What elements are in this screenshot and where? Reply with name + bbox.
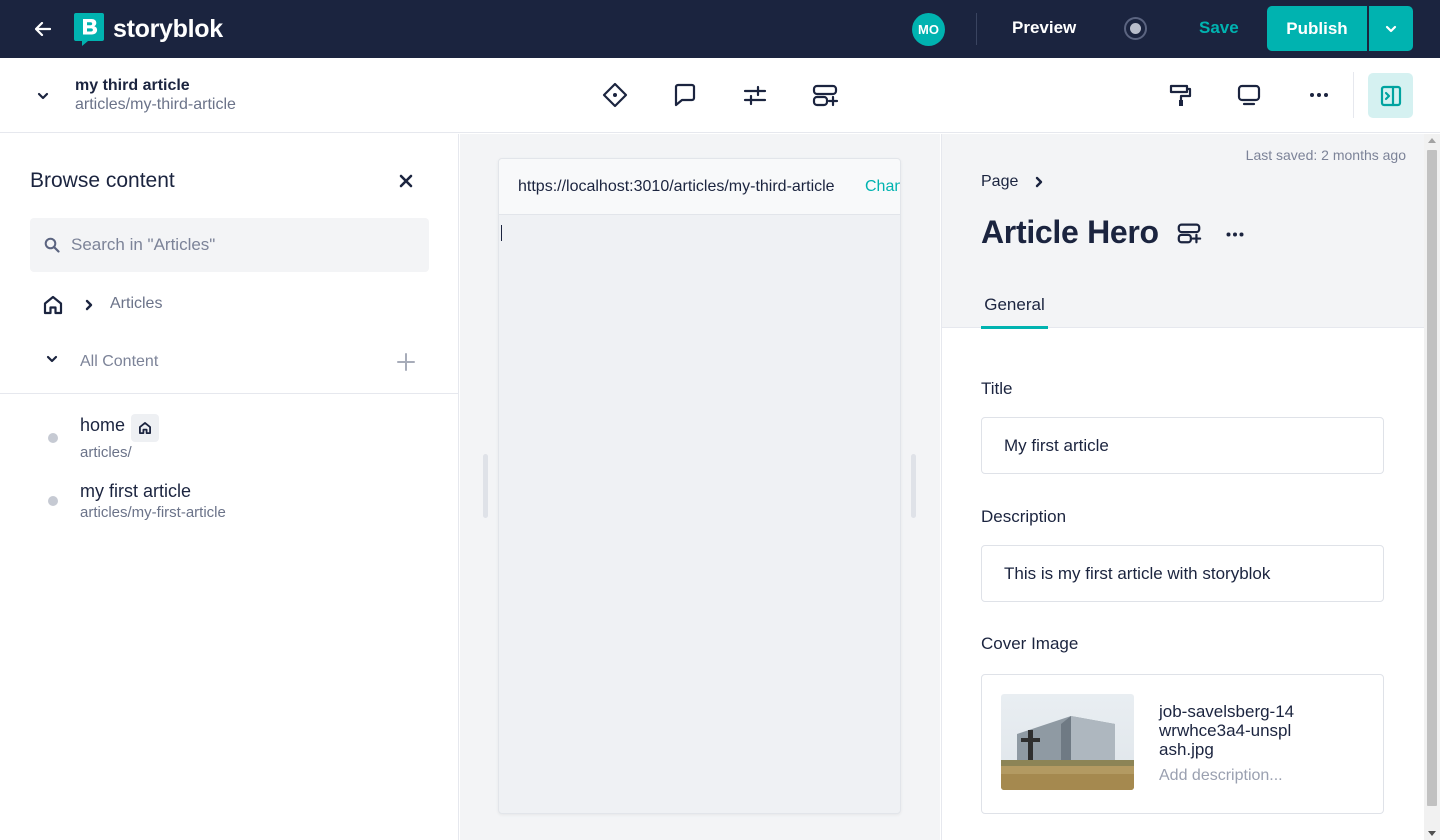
breadcrumb-articles[interactable]: Articles xyxy=(110,295,162,313)
cover-image-label: Cover Image xyxy=(981,634,1079,653)
all-content-label[interactable]: All Content xyxy=(80,353,158,371)
story-slug: articles/my-third-article xyxy=(75,96,236,113)
divider xyxy=(0,393,459,394)
chevron-down-icon[interactable] xyxy=(46,355,60,369)
search-icon xyxy=(44,237,60,253)
scroll-up-arrow-icon[interactable] xyxy=(1428,138,1436,143)
user-avatar[interactable]: MO xyxy=(912,13,945,46)
chevron-right-icon xyxy=(84,298,96,312)
search-input[interactable] xyxy=(71,235,401,255)
block-title: Article Hero xyxy=(981,214,1159,250)
preview-area: https://localhost:3010/articles/my-third… xyxy=(460,134,940,840)
list-item[interactable]: home articles/ xyxy=(0,414,459,464)
save-button[interactable]: Save xyxy=(1199,18,1239,38)
breadcrumb-page[interactable]: Page xyxy=(981,173,1018,191)
publish-dropdown-button[interactable] xyxy=(1369,6,1413,51)
status-dot xyxy=(48,433,58,443)
publish-button[interactable]: Publish xyxy=(1267,6,1367,51)
paint-roller-icon[interactable] xyxy=(1165,80,1195,110)
search-field xyxy=(30,218,429,272)
back-arrow-icon[interactable] xyxy=(30,17,56,41)
text-cursor xyxy=(501,225,502,241)
change-url-link[interactable]: Change xyxy=(865,178,900,196)
story-toolbar: my third article articles/my-third-artic… xyxy=(0,58,1440,133)
preview-url: https://localhost:3010/articles/my-third… xyxy=(518,178,835,195)
preview-url-bar: https://localhost:3010/articles/my-third… xyxy=(499,159,900,215)
chevron-down-icon[interactable] xyxy=(33,86,53,106)
list-item-name: my first article xyxy=(80,481,192,501)
resize-handle-left[interactable] xyxy=(483,454,488,518)
more-icon[interactable] xyxy=(1304,80,1334,110)
title-input[interactable] xyxy=(981,417,1384,474)
home-badge-icon xyxy=(131,414,159,442)
monitor-icon[interactable] xyxy=(1234,80,1264,110)
list-item-name: home xyxy=(80,415,126,435)
panel-title: Browse content xyxy=(30,169,175,192)
scroll-down-arrow-icon[interactable] xyxy=(1428,831,1436,836)
divider xyxy=(976,13,977,45)
story-name: my third article xyxy=(75,77,190,94)
list-item-slug: articles/my-first-article xyxy=(80,504,226,521)
record-dot-icon xyxy=(1130,23,1141,34)
preview-button[interactable]: Preview xyxy=(1012,18,1076,38)
list-item[interactable]: my first article articles/my-first-artic… xyxy=(0,481,459,525)
panel-toggle-icon xyxy=(1380,85,1401,106)
panel-toggle-button[interactable] xyxy=(1368,73,1413,118)
more-icon[interactable] xyxy=(1223,222,1247,246)
comment-icon[interactable] xyxy=(670,80,700,110)
home-icon[interactable] xyxy=(42,294,64,316)
chevron-right-icon xyxy=(1034,175,1046,189)
storyblok-logo-icon xyxy=(74,13,104,46)
insert-block-icon[interactable] xyxy=(810,80,840,110)
title-label: Title xyxy=(981,379,1013,398)
browse-content-panel: Browse content Articles All Content home… xyxy=(0,134,459,840)
top-bar: storyblok MO Preview Save Publish xyxy=(0,0,1440,58)
logo-text: storyblok xyxy=(113,15,223,43)
add-description-field[interactable]: Add description... xyxy=(1159,767,1283,785)
tab-general[interactable]: General xyxy=(981,294,1048,329)
list-item-slug: articles/ xyxy=(80,444,132,461)
cover-image-filename: job-savelsberg-14wrwhce3a4-unsplash.jpg xyxy=(1159,702,1295,759)
resize-handle-right[interactable] xyxy=(911,454,916,518)
scrollbar[interactable] xyxy=(1424,134,1440,840)
close-icon[interactable] xyxy=(397,172,415,190)
cover-image-thumbnail[interactable] xyxy=(1001,694,1134,790)
divider xyxy=(1353,72,1354,118)
diamond-icon[interactable] xyxy=(600,80,630,110)
description-input[interactable] xyxy=(981,545,1384,602)
record-toggle[interactable] xyxy=(1124,17,1147,40)
editor-header: Last saved: 2 months ago Page Article He… xyxy=(942,134,1424,329)
chevron-down-icon xyxy=(1385,25,1397,32)
adjustments-icon[interactable] xyxy=(740,80,770,110)
status-dot xyxy=(48,496,58,506)
scroll-thumb[interactable] xyxy=(1427,150,1437,806)
last-saved-text: Last saved: 2 months ago xyxy=(1245,147,1406,163)
cover-image-asset: job-savelsberg-14wrwhce3a4-unsplash.jpg … xyxy=(981,674,1384,814)
description-label: Description xyxy=(981,507,1067,526)
storyblok-logo: storyblok xyxy=(74,13,223,46)
block-editor-panel: Last saved: 2 months ago Page Article He… xyxy=(941,134,1440,840)
insert-block-icon[interactable] xyxy=(1176,220,1202,246)
add-icon[interactable] xyxy=(396,352,416,372)
preview-frame[interactable]: https://localhost:3010/articles/my-third… xyxy=(498,158,901,814)
